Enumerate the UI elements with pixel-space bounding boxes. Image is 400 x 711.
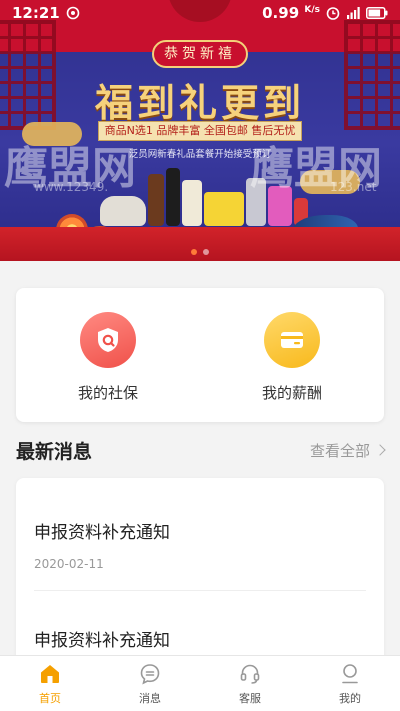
message-icon	[140, 663, 160, 684]
salary-button[interactable]: 我的薪酬	[200, 288, 384, 422]
news-section-title: 最新消息	[16, 440, 93, 463]
news-item-title: 申报资料补充通知	[34, 631, 170, 651]
salary-label: 我的薪酬	[261, 384, 322, 402]
chevron-right-icon	[374, 444, 386, 456]
banner-greeting: 恭贺新禧	[152, 40, 248, 68]
watermark-url-right: 123.net	[330, 180, 377, 194]
tab-messages-label: 消息	[139, 691, 161, 705]
news-item-date: 2020-02-11	[34, 557, 104, 571]
carousel-indicator	[0, 249, 400, 255]
alarm-icon	[326, 7, 340, 20]
tab-profile-label: 我的	[339, 691, 361, 705]
user-icon	[342, 663, 358, 683]
watermark-url-left: www.12349.	[34, 180, 109, 194]
carousel-dot-active[interactable]	[191, 249, 197, 255]
social-security-button[interactable]: 我的社保	[16, 288, 200, 422]
bottom-tab-bar: 首页 消息 客服 我的	[0, 655, 400, 711]
shield-icon	[80, 312, 136, 368]
wallet-icon	[264, 312, 320, 368]
tab-messages[interactable]: 消息	[100, 656, 200, 711]
home-icon	[41, 664, 59, 683]
view-all-label: 查看全部	[309, 441, 370, 460]
quick-actions-card: 我的社保 我的薪酬	[16, 288, 384, 422]
tab-service-label: 客服	[239, 691, 261, 705]
battery-icon	[366, 7, 388, 19]
list-item[interactable]: 申报资料补充通知 2020-02-11	[34, 518, 366, 571]
list-item[interactable]: 申报资料补充通知	[34, 626, 366, 651]
hotspot-icon	[66, 6, 80, 20]
signal-icon	[347, 7, 360, 19]
status-bar: 12:21 0.99 K/s	[0, 0, 400, 26]
status-time: 12:21	[12, 4, 60, 22]
promo-banner[interactable]: 恭贺新禧 福到礼更到 商品N选1 品牌丰富 全国包邮 售后无忧 泛员网新春礼品套…	[0, 0, 400, 261]
banner-title: 福到礼更到	[94, 80, 305, 125]
tab-service[interactable]: 客服	[200, 656, 300, 711]
tab-home[interactable]: 首页	[0, 656, 100, 711]
network-speed: 0.99 K/s	[262, 4, 320, 22]
social-security-label: 我的社保	[77, 384, 138, 402]
headset-icon	[240, 664, 260, 684]
tab-profile[interactable]: 我的	[300, 656, 400, 711]
news-list: 申报资料补充通知 2020-02-11 申报资料补充通知	[16, 478, 384, 678]
carousel-dot[interactable]	[203, 249, 209, 255]
divider	[34, 590, 366, 591]
tab-home-label: 首页	[39, 691, 61, 705]
news-item-title: 申报资料补充通知	[34, 523, 170, 543]
banner-bottom-frame	[0, 227, 400, 261]
view-all-link[interactable]: 查看全部	[309, 440, 386, 461]
news-section-header: 最新消息 查看全部	[16, 430, 386, 470]
